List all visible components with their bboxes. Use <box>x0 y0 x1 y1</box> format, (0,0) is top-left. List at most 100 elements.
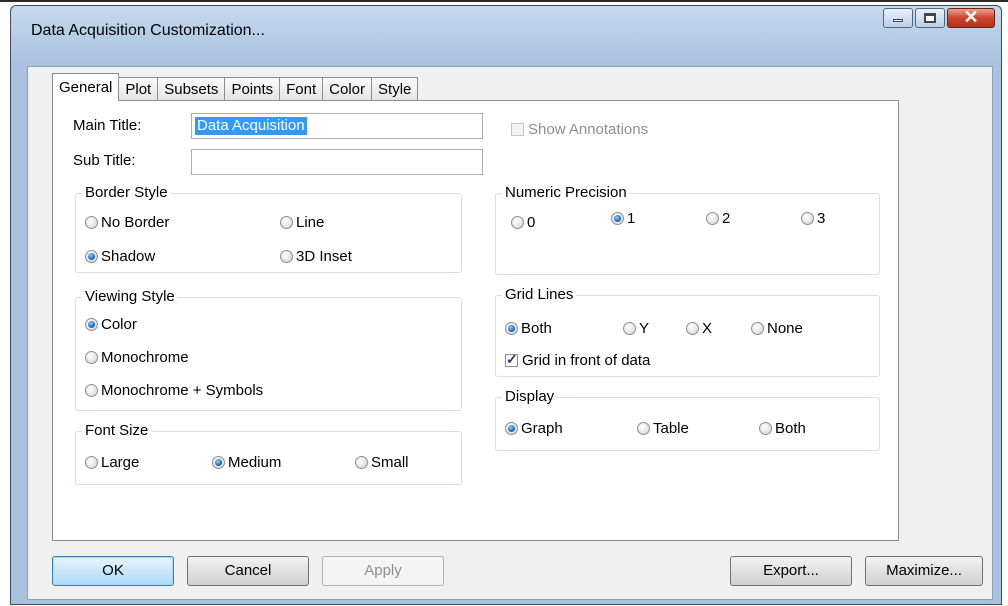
radio-selected-icon <box>85 318 98 331</box>
show-annotations-checkbox[interactable]: Show Annotations <box>511 121 648 138</box>
radio-label: None <box>767 320 803 337</box>
caption-buttons: ✕ <box>881 7 995 30</box>
tab-general[interactable]: General <box>52 73 120 101</box>
checkbox-checked-icon <box>505 351 518 368</box>
radio-icon <box>280 250 293 263</box>
radio-label: Monochrome + Symbols <box>101 382 264 399</box>
maximize-button[interactable]: Maximize... <box>865 556 983 586</box>
border-style-group: Border Style No Border Line Shadow 3D In… <box>75 184 462 273</box>
radio-large[interactable]: Large <box>85 454 139 471</box>
font-size-title: Font Size <box>82 422 152 440</box>
main-title-label: Main Title: <box>73 117 142 134</box>
radio-label: No Border <box>101 214 170 231</box>
radio-precision-0[interactable]: 0 <box>511 214 535 231</box>
radio-monochrome[interactable]: Monochrome <box>85 349 189 366</box>
radio-display-graph[interactable]: Graph <box>505 420 563 437</box>
desktop-edge <box>0 0 1008 2</box>
grid-in-front-checkbox[interactable]: Grid in front of data <box>505 351 651 369</box>
tab-subsets[interactable]: Subsets <box>157 77 226 101</box>
radio-label: 0 <box>527 214 536 231</box>
apply-button[interactable]: Apply <box>322 556 444 586</box>
radio-icon <box>355 456 368 469</box>
radio-icon <box>85 216 98 229</box>
show-annotations-label: Show Annotations <box>528 121 649 138</box>
radio-color[interactable]: Color <box>85 316 137 333</box>
radio-label: Medium <box>228 454 282 471</box>
radio-label: 3D Inset <box>296 248 352 265</box>
radio-display-both[interactable]: Both <box>759 420 806 437</box>
radio-label: X <box>702 320 713 337</box>
grid-lines-group: Grid Lines Both Y X None Grid in front o… <box>495 286 880 377</box>
tab-strip: General Plot Subsets Points Font Color S… <box>52 73 419 101</box>
radio-label: 2 <box>722 210 731 227</box>
radio-label: Shadow <box>101 248 156 265</box>
grid-lines-title: Grid Lines <box>502 286 577 304</box>
radio-icon <box>85 456 98 469</box>
radio-label: 3 <box>817 210 826 227</box>
radio-precision-2[interactable]: 2 <box>706 210 730 227</box>
grid-in-front-label: Grid in front of data <box>522 352 651 369</box>
radio-shadow[interactable]: Shadow <box>85 248 155 265</box>
radio-small[interactable]: Small <box>355 454 409 471</box>
radio-label: Line <box>296 214 325 231</box>
maximize-icon[interactable] <box>915 8 945 28</box>
sub-title-label: Sub Title: <box>73 152 136 169</box>
radio-label: Both <box>775 420 806 437</box>
main-title-input[interactable]: Data Acquisition <box>191 113 483 139</box>
general-tab-panel: Main Title: Data Acquisition Sub Title: … <box>52 100 899 541</box>
radio-icon <box>686 322 699 335</box>
viewing-style-title: Viewing Style <box>82 288 178 306</box>
ok-button[interactable]: OK <box>52 556 174 586</box>
tab-plot[interactable]: Plot <box>118 77 159 101</box>
radio-grid-both[interactable]: Both <box>505 320 552 337</box>
radio-monochrome-symbols[interactable]: Monochrome + Symbols <box>85 382 263 399</box>
radio-grid-none[interactable]: None <box>751 320 803 337</box>
display-group: Display Graph Table Both <box>495 388 880 451</box>
radio-icon <box>801 212 814 225</box>
radio-display-table[interactable]: Table <box>637 420 689 437</box>
radio-precision-3[interactable]: 3 <box>801 210 825 227</box>
checkbox-icon <box>511 123 524 136</box>
numeric-precision-group: Numeric Precision 0 1 2 3 <box>495 184 880 275</box>
window-title: Data Acquisition Customization... <box>31 22 265 39</box>
radio-icon <box>85 351 98 364</box>
radio-precision-1[interactable]: 1 <box>611 210 635 227</box>
cancel-button[interactable]: Cancel <box>187 556 309 586</box>
tab-points[interactable]: Points <box>224 77 281 101</box>
sub-title-input[interactable] <box>191 149 483 175</box>
dialog-client-area: General Plot Subsets Points Font Color S… <box>27 66 993 600</box>
tab-style[interactable]: Style <box>371 77 419 101</box>
radio-grid-x[interactable]: X <box>686 320 712 337</box>
radio-line[interactable]: Line <box>280 214 324 231</box>
radio-label: Both <box>521 320 552 337</box>
radio-label: Table <box>653 420 689 437</box>
radio-medium[interactable]: Medium <box>212 454 281 471</box>
radio-icon <box>280 216 293 229</box>
export-button[interactable]: Export... <box>730 556 852 586</box>
border-style-title: Border Style <box>82 184 171 202</box>
radio-grid-y[interactable]: Y <box>623 320 649 337</box>
radio-no-border[interactable]: No Border <box>85 214 169 231</box>
close-icon[interactable]: ✕ <box>947 7 995 28</box>
radio-selected-icon <box>85 250 98 263</box>
radio-label: Large <box>101 454 140 471</box>
radio-icon <box>759 422 772 435</box>
radio-selected-icon <box>212 456 225 469</box>
radio-selected-icon <box>505 422 518 435</box>
tab-font[interactable]: Font <box>279 77 324 101</box>
radio-icon <box>637 422 650 435</box>
radio-3d-inset[interactable]: 3D Inset <box>280 248 352 265</box>
radio-label: Monochrome <box>101 349 189 366</box>
radio-selected-icon <box>505 322 518 335</box>
radio-selected-icon <box>611 212 624 225</box>
tab-color[interactable]: Color <box>322 77 373 101</box>
font-size-group: Font Size Large Medium Small <box>75 422 462 485</box>
radio-label: Color <box>101 316 137 333</box>
minimize-icon[interactable] <box>883 8 913 28</box>
viewing-style-group: Viewing Style Color Monochrome Monochrom… <box>75 288 462 411</box>
numeric-precision-title: Numeric Precision <box>502 184 630 202</box>
radio-label: 1 <box>627 210 636 227</box>
radio-label: Small <box>371 454 409 471</box>
display-title: Display <box>502 388 558 406</box>
radio-icon <box>85 384 98 397</box>
